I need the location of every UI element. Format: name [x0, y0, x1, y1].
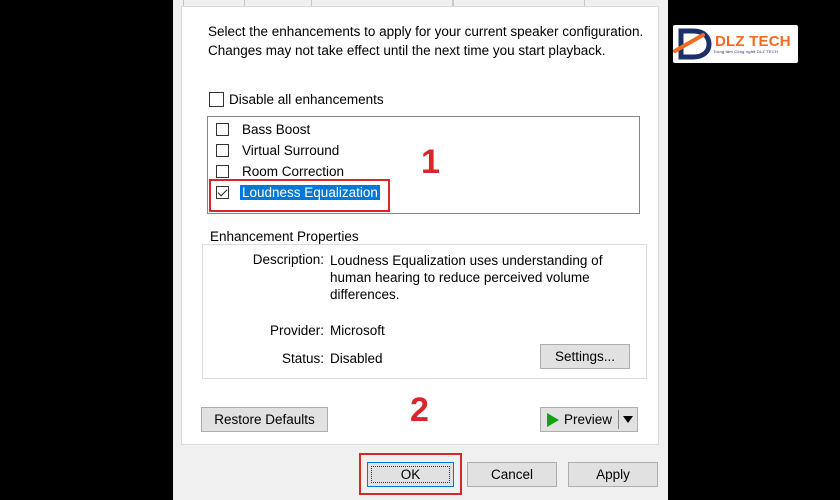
chevron-down-icon[interactable] — [623, 416, 634, 423]
dlz-tech-logo: DLZ TECH Trung tâm Công nghệ DLZ TECH — [673, 25, 798, 63]
list-item-virtual-surround[interactable]: Virtual Surround — [216, 143, 341, 158]
enhancements-tab-panel: Select the enhancements to apply for you… — [181, 6, 659, 445]
annotation-number-1: 1 — [421, 143, 440, 181]
provider-label: Provider: — [269, 323, 324, 338]
restore-defaults-button[interactable]: Restore Defaults — [201, 407, 328, 432]
enhancement-properties-title: Enhancement Properties — [207, 229, 362, 244]
annotation-highlight-box-1 — [209, 179, 390, 212]
apply-button[interactable]: Apply — [568, 462, 658, 487]
logo-d-icon — [673, 25, 713, 63]
list-item-label: Room Correction — [242, 164, 345, 179]
description-label: Description: — [252, 252, 324, 267]
disable-all-enhancements-checkbox[interactable]: Disable all enhancements — [209, 92, 384, 107]
list-item-label: Virtual Surround — [242, 143, 340, 158]
list-item-room-correction[interactable]: Room Correction — [216, 164, 346, 179]
settings-button-label: Settings... — [554, 349, 616, 364]
description-text: Loudness Equalization uses understanding… — [330, 253, 603, 302]
checkbox-box[interactable] — [216, 144, 229, 157]
status-label: Status: — [281, 351, 324, 366]
annotation-number-2: 2 — [410, 391, 429, 429]
cancel-button[interactable]: Cancel — [467, 462, 557, 487]
split-separator — [618, 410, 620, 429]
apply-label: Apply — [596, 467, 630, 482]
annotation-highlight-box-2 — [359, 453, 462, 495]
preview-label: Preview — [564, 412, 613, 427]
restore-defaults-label: Restore Defaults — [214, 412, 315, 427]
play-icon — [547, 412, 559, 427]
settings-button[interactable]: Settings... — [540, 344, 630, 369]
checkbox-box[interactable] — [216, 165, 229, 178]
logo-brand-text: DLZ TECH — [715, 33, 791, 50]
cancel-label: Cancel — [490, 467, 534, 482]
preview-split-button[interactable]: Preview — [540, 407, 638, 432]
sound-properties-dialog: Select the enhancements to apply for you… — [173, 0, 668, 500]
status-value: Disabled — [330, 351, 383, 366]
disable-all-label: Disable all enhancements — [229, 92, 384, 107]
logo-wordmark: DLZ TECH Trung tâm Công nghệ DLZ TECH — [713, 34, 791, 54]
checkbox-box[interactable] — [216, 123, 229, 136]
checkbox-box[interactable] — [209, 92, 224, 107]
instructions-text: Select the enhancements to apply for you… — [208, 24, 644, 58]
provider-value: Microsoft — [330, 323, 385, 338]
list-item-label: Bass Boost — [242, 122, 311, 137]
list-item-bass-boost[interactable]: Bass Boost — [216, 122, 312, 137]
